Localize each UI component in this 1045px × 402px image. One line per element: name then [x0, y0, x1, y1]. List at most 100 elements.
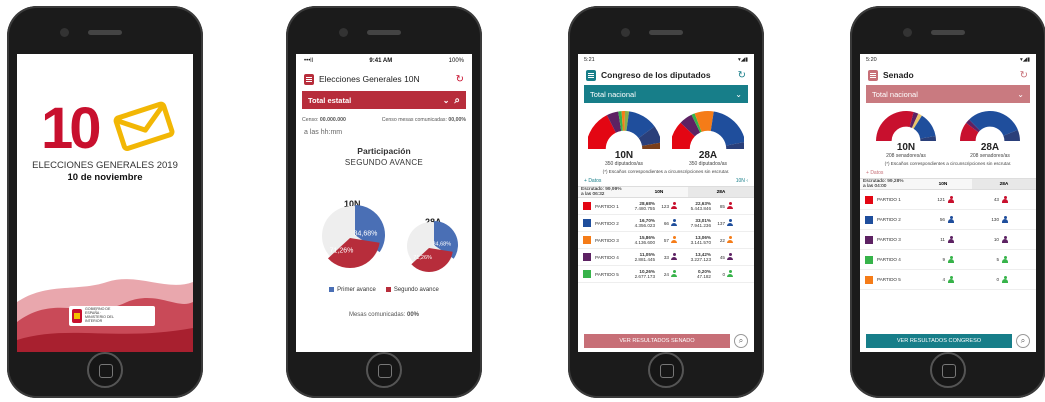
person-icon [1002, 235, 1008, 243]
chevron-down-icon[interactable]: ⌄ [735, 90, 742, 99]
votes-10n: 2.881.445 [634, 257, 655, 262]
person-icon [1002, 215, 1008, 223]
search-icon[interactable]: ⌕ [734, 334, 748, 348]
app-title: Congreso de los diputados [601, 70, 711, 80]
search-icon[interactable]: ⌕ [454, 95, 460, 106]
party-name: PARTIDO 5 [595, 271, 619, 277]
person-icon [727, 270, 733, 277]
seats-28a: 137 [717, 220, 725, 226]
party-name: PARTIDO 4 [877, 257, 901, 262]
seats-10n: 9 [942, 257, 945, 262]
votes-28a: 5.443.846 [690, 206, 711, 211]
refresh-icon[interactable]: ↻ [738, 70, 746, 81]
mesas-comunicadas: Mesas comunicadas: 00% [348, 312, 420, 318]
person-icon [727, 253, 733, 260]
home-button[interactable] [87, 352, 123, 388]
votes-10n: 2.677.173 [634, 274, 655, 279]
app-title-tag: 10N [404, 74, 420, 84]
table-row[interactable]: PARTIDO 2 56 130 [860, 210, 1036, 230]
refresh-icon[interactable]: ↻ [1020, 70, 1028, 81]
signal-indicator: •••ll [304, 57, 313, 64]
datos-link[interactable]: + Datos [866, 170, 883, 176]
person-icon [948, 195, 954, 203]
votes-10n: 4.136.600 [634, 240, 655, 245]
status-bar: 5:20 ▾◢▮ [860, 54, 1036, 65]
hemicycle-10n: 10N 208 senadores/as [874, 109, 938, 159]
pie-legend: Primer avance Segundo avance [296, 287, 472, 293]
datos-row: + Datos [860, 166, 1036, 178]
status-bar: •••ll 9:41 AM 100% [296, 54, 472, 67]
seats-28a: 45 [719, 254, 725, 260]
home-button[interactable] [648, 352, 684, 388]
ver-congreso-button[interactable]: VER RESULTADOS CONGRESO [866, 334, 1012, 348]
table-row[interactable]: PARTIDO 1 28,68% 7.480.755 123 22,63% 5.443.8… [578, 198, 754, 215]
refresh-icon[interactable]: ↻ [456, 74, 464, 85]
table-row[interactable]: PARTIDO 1 121 43 [860, 190, 1036, 210]
seats-10n: 11 [940, 237, 945, 242]
votes-10n: 4.356.023 [634, 223, 655, 228]
search-icon[interactable]: ⌕ [1016, 334, 1030, 348]
hemicycle-10n-chart [586, 111, 662, 149]
scope-label: Total estatal [308, 95, 352, 105]
seats-10n: 121 [937, 197, 945, 202]
legend-swatch-second [385, 287, 391, 292]
pie-28a-label-first: 34,68% [432, 242, 451, 248]
scrutiny-note: (*) Escaños correspondientes a circunscr… [884, 161, 1012, 166]
update-time: a las hh:mm [304, 129, 343, 136]
table-row[interactable]: PARTIDO 5 10,26% 2.677.173 24 0,20% 47.182 0 [578, 266, 754, 283]
results-table-header: Escrutado: 99,28% a las 04:00 10N 28A [860, 178, 1036, 190]
table-row[interactable]: PARTIDO 3 15,86% 4.136.600 57 13,06% 3.141.57… [578, 232, 754, 249]
app-header: Elecciones Generales 10N ↻ [296, 67, 472, 91]
app-title: Elecciones Generales [319, 74, 402, 84]
person-icon [1002, 275, 1008, 283]
person-icon [1002, 195, 1008, 203]
scope-selector[interactable]: Total estatal ⌄ ⌕ [302, 91, 466, 109]
pie-10n-label-second: 71,26% [330, 248, 354, 255]
party-name: PARTIDO 3 [877, 237, 901, 242]
seats-28a: 85 [719, 203, 725, 209]
hemicycles: 10N 208 senadores/as 28A 208 senadores/a… [860, 109, 1036, 159]
scope-selector[interactable]: Total nacional ⌄ [584, 85, 748, 103]
table-row[interactable]: PARTIDO 2 16,70% 4.356.023 66 33,01% 7.941.23… [578, 215, 754, 232]
envelope-icon [113, 101, 175, 151]
participation-screen: •••ll 9:41 AM 100% Elecciones Generales … [296, 54, 472, 352]
table-row[interactable]: PARTIDO 5 4 0 [860, 270, 1036, 290]
app-logo-icon [586, 69, 596, 81]
chevron-down-icon[interactable]: ⌄ [1017, 90, 1024, 99]
participation-pies: 34,68% 71,26% 34,68% 71,26% [322, 205, 458, 272]
table-row[interactable]: PARTIDO 4 9 5 [860, 250, 1036, 270]
app-logo-icon [304, 73, 314, 85]
party-name: PARTIDO 2 [877, 217, 901, 222]
splash-date: 10 de noviembre [67, 172, 143, 183]
votes-28a: 7.941.236 [690, 223, 711, 228]
col-28a: 28A [972, 179, 1036, 189]
hemicycles: 10N 350 diputados/as 28A 350 diputados/a… [578, 109, 754, 167]
hemicycle-segment [710, 111, 746, 146]
scope-label: Total nacional [590, 89, 636, 99]
pie-10n-label-first: 34,68% [354, 230, 378, 237]
party-color-swatch [583, 236, 591, 244]
scope-selector[interactable]: Total nacional ⌄ [866, 85, 1030, 103]
splash-screen: 10 ELECCIONES GENERALES 2019 10 de novie… [17, 54, 193, 352]
government-logo: GOBIERNO DE ESPAÑA · MINISTERIO DEL INTE… [69, 306, 155, 326]
table-row[interactable]: PARTIDO 4 11,05% 2.881.445 33 13,42% 3.227.12… [578, 249, 754, 266]
home-button[interactable] [366, 352, 402, 388]
table-row[interactable]: PARTIDO 3 11 10 [860, 230, 1036, 250]
seats-28a: 130 [991, 217, 999, 222]
party-color-swatch [865, 215, 873, 224]
person-icon [948, 215, 954, 223]
gov-text: GOBIERNO DE ESPAÑA · MINISTERIO DEL INTE… [85, 307, 114, 323]
avance-subtitle: SEGUNDO AVANCE [344, 158, 424, 167]
seats-10n: 123 [661, 203, 669, 209]
home-button[interactable] [930, 352, 966, 388]
results-table: PARTIDO 1 121 43 PARTIDO 2 56 130 PARTIDO 3 11 1… [860, 190, 1036, 290]
datos-link[interactable]: + Datos [584, 178, 601, 184]
hemicycle-segment [876, 111, 914, 141]
col-10n: 10N [654, 189, 664, 195]
chevron-down-icon[interactable]: ⌄ [443, 96, 450, 105]
results-table-header: Escrutado: 99,99% a las 06:32 10N 28A [578, 186, 754, 198]
ver-senado-button[interactable]: VER RESULTADOS SENADO [584, 334, 730, 348]
censo-value: 00.000.000 [319, 117, 346, 123]
congreso-screen: 5:21 ▾◢▮ Congreso de los diputados ↻ Tot… [578, 54, 754, 352]
person-icon [1002, 255, 1008, 263]
